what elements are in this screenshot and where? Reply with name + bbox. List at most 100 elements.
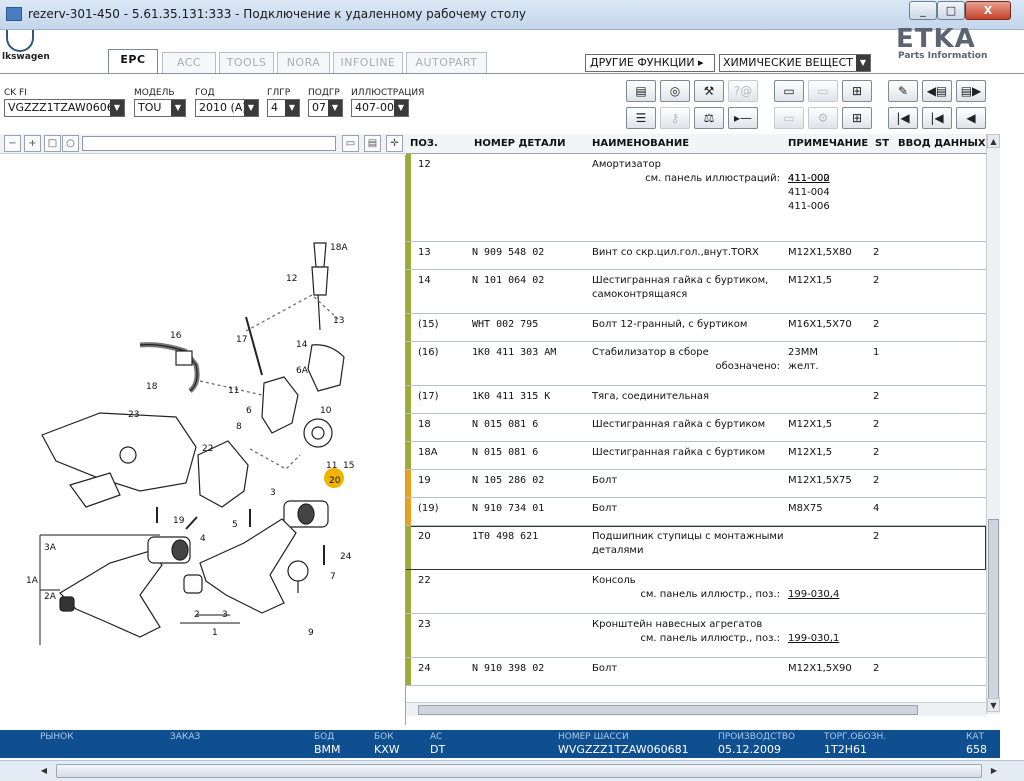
diagram-label[interactable]: 3 [222,610,228,620]
tab-infoline[interactable]: INFOLINE [333,52,403,74]
table-row[interactable]: 12 Амортизатор см. панель иллюстраций: 411-… [406,154,986,242]
diagram-label[interactable]: 18 [146,382,158,392]
year-select[interactable]: 2010 (A) ▼ [195,99,259,117]
illustration-search-input[interactable] [82,136,336,151]
col-st[interactable]: ST [875,138,889,149]
collapse-button[interactable]: ▸— [728,107,758,129]
col-part-number[interactable]: НОМЕР ДЕТАЛИ [474,138,565,149]
col-name[interactable]: НАИМЕНОВАНИЕ [592,138,689,149]
diagram-label[interactable]: 16 [170,331,182,341]
diagram-label[interactable]: 10 [320,406,332,416]
close-button[interactable]: X [965,1,1011,20]
diagram-label[interactable]: 3A [44,543,57,553]
chevron-down-icon[interactable]: ▼ [244,100,258,116]
col-note[interactable]: ПРИМЕЧАНИЕ [788,138,868,149]
next-page-button[interactable]: ▤▶ [956,80,986,102]
minimize-button[interactable]: _ [909,1,937,20]
diagram-label[interactable]: 18A [330,243,348,253]
col-pos[interactable]: ПОЗ. [410,138,438,149]
tab-autopart[interactable]: AUTOPART [406,52,487,74]
scroll-left-icon[interactable]: ◀ [36,764,52,778]
diagram-label[interactable]: 20 [329,476,341,486]
chevron-down-icon[interactable]: ▼ [856,55,870,71]
first-button[interactable]: |◀ [888,107,918,129]
scroll-up-icon[interactable]: ▲ [987,134,1000,148]
cart2-button[interactable]: ⊞ [842,107,872,129]
diagram-label[interactable]: 3 [270,488,276,498]
zoom-out-icon[interactable]: − [4,135,21,152]
chevron-down-icon[interactable]: ▼ [328,100,342,116]
diagram-label[interactable]: 6 [246,406,252,416]
col-data-entry[interactable]: ВВОД ДАННЫХ П [898,138,986,149]
diagram-label[interactable]: 11 [228,386,239,396]
diagram-label[interactable]: 9 [308,628,314,638]
table-row[interactable]: 19 N 105 286 02 Болт M12X1,5X75 2 [406,470,986,498]
tab-epc[interactable]: EPC [108,49,158,74]
main-group-select[interactable]: 4 ▼ [267,99,300,117]
chemicals-select[interactable]: ХИМИЧЕСКИЕ ВЕЩЕСТ ▼ [719,54,871,72]
diagram-label[interactable]: 12 [286,274,297,284]
elsa-button[interactable]: ▭ [774,80,804,102]
diagram-label[interactable]: 14 [296,340,308,350]
diagram-label[interactable]: 22 [202,444,213,454]
key-button[interactable]: ⚷ [660,107,690,129]
chevron-down-icon[interactable]: ▼ [285,100,299,116]
diagram-label[interactable]: 2A [44,592,57,602]
tab-acc[interactable]: ACC [162,52,216,74]
print-button[interactable]: ▤ [626,80,656,102]
table-row[interactable]: (17) 1K0 411 315 K Тяга, соединительная 2 [406,386,986,414]
tab-tools[interactable]: TOOLS [219,52,274,74]
diagram-label[interactable]: 19 [173,516,185,526]
table-row[interactable]: (16) 1K0 411 303 AM Стабилизатор в сборе об… [406,342,986,386]
table-row[interactable]: (19) N 910 734 01 Болт M8X75 4 [406,498,986,526]
prev-page-button[interactable]: ◀▤ [922,80,952,102]
table-row[interactable]: (15) WHT 002 795 Болт 12-гранный, с буртик… [406,314,986,342]
other-functions-menu[interactable]: ДРУГИЕ ФУНКЦИИ ▸ [585,54,715,72]
table-row[interactable]: 20 1T0 498 621 Подшипник ступицы с монтажн… [406,526,986,570]
zoom-fit-icon[interactable]: □ [44,135,61,152]
expand-icon[interactable]: ✛ [386,135,403,152]
table-row[interactable]: 18A N 015 081 6 Шестигранная гайка с бурти… [406,442,986,470]
scroll-down-icon[interactable]: ▼ [987,698,1000,712]
model-select[interactable]: TOU ▼ [134,99,186,117]
diagram-label[interactable]: 11 [326,461,337,471]
search-part-button[interactable]: ◎ [660,80,690,102]
illustration-select[interactable]: 407-001 ▼ [351,99,409,117]
diagram-label[interactable]: 15 [343,461,354,471]
diagram-label[interactable]: 5 [232,520,238,530]
vehicles-button[interactable]: ⚒ [694,80,724,102]
chevron-down-icon[interactable]: ▼ [110,100,124,116]
rdp-scroll-thumb[interactable] [56,764,982,778]
magnifier-icon[interactable]: ○ [62,135,79,152]
chevron-down-icon[interactable]: ▼ [171,100,185,116]
diagram-label[interactable]: 24 [340,552,352,562]
prev-button[interactable]: ◀ [956,107,986,129]
diagram-label[interactable]: 7 [330,572,336,582]
chevron-down-icon[interactable]: ▼ [394,100,408,116]
zoom-in-icon[interactable]: + [24,135,41,152]
wrench-button[interactable]: ⚙ [808,107,838,129]
diagram-label[interactable]: 17 [236,335,247,345]
pin-button[interactable]: ✎ [888,80,918,102]
cart-button[interactable]: ⊞ [842,80,872,102]
subgroup-select[interactable]: 07 ▼ [308,99,343,117]
scroll-thumb[interactable] [988,519,999,709]
tab-nora[interactable]: NORA [277,52,330,74]
diagram-label[interactable]: 1A [26,576,39,586]
diagram-label[interactable]: 2 [194,610,200,620]
table-row[interactable]: 18 N 015 081 6 Шестигранная гайка с буртик… [406,414,986,442]
help-button[interactable]: ?@ [728,80,758,102]
hscroll-thumb[interactable] [418,705,918,715]
grid-horizontal-scrollbar[interactable] [406,702,986,716]
vin-select[interactable]: VGZZZ1TZAW06068 ▼ [4,99,125,117]
diagram-label[interactable]: 4 [200,534,206,544]
diagram-label[interactable]: 23 [128,410,139,420]
diagram-label[interactable]: 1 [212,628,218,638]
back-button[interactable]: |◀ [922,107,952,129]
table-row[interactable]: 14 N 101 064 02 Шестигранная гайка с бурти… [406,270,986,314]
grid-vertical-scrollbar[interactable]: ▲ ▼ [986,134,1000,714]
split-view-icon[interactable]: ▭ [342,135,359,152]
list-button[interactable]: ☰ [626,107,656,129]
scale-button[interactable]: ⚖ [694,107,724,129]
table-row[interactable]: 22 Консоль см. панель иллюстр., поз.: 199-0… [406,570,986,614]
